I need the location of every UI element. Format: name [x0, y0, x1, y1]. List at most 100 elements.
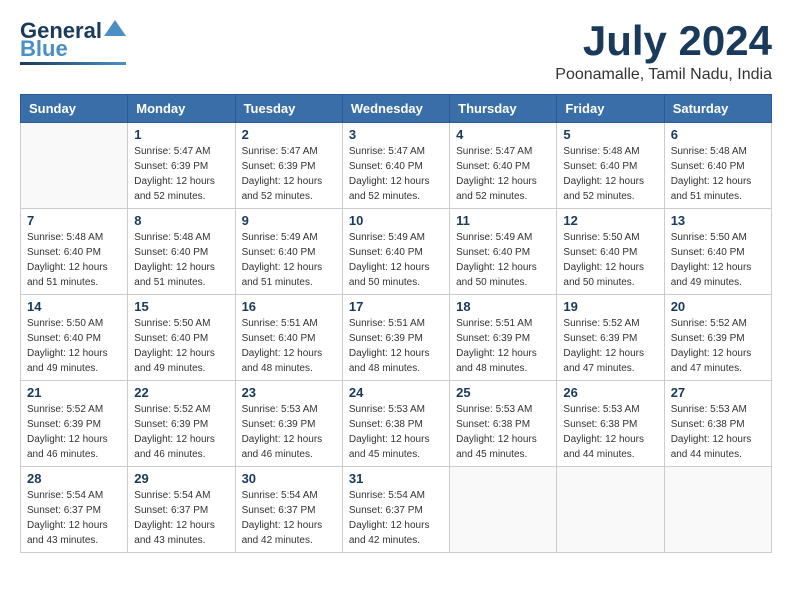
header-sunday: Sunday — [21, 95, 128, 123]
day-info: Sunrise: 5:47 AMSunset: 6:40 PMDaylight:… — [349, 144, 443, 204]
table-row — [664, 467, 771, 553]
day-number: 4 — [456, 127, 550, 142]
day-number: 29 — [134, 471, 228, 486]
day-number: 3 — [349, 127, 443, 142]
day-info: Sunrise: 5:50 AMSunset: 6:40 PMDaylight:… — [671, 230, 765, 290]
table-row — [557, 467, 664, 553]
day-number: 31 — [349, 471, 443, 486]
day-info: Sunrise: 5:53 AMSunset: 6:39 PMDaylight:… — [242, 402, 336, 462]
day-info: Sunrise: 5:53 AMSunset: 6:38 PMDaylight:… — [456, 402, 550, 462]
day-info: Sunrise: 5:48 AMSunset: 6:40 PMDaylight:… — [563, 144, 657, 204]
day-info: Sunrise: 5:51 AMSunset: 6:39 PMDaylight:… — [456, 316, 550, 376]
day-number: 16 — [242, 299, 336, 314]
day-info: Sunrise: 5:50 AMSunset: 6:40 PMDaylight:… — [563, 230, 657, 290]
header-tuesday: Tuesday — [235, 95, 342, 123]
table-row — [450, 467, 557, 553]
table-row: 15Sunrise: 5:50 AMSunset: 6:40 PMDayligh… — [128, 295, 235, 381]
header-wednesday: Wednesday — [342, 95, 449, 123]
day-info: Sunrise: 5:54 AMSunset: 6:37 PMDaylight:… — [134, 488, 228, 548]
day-number: 2 — [242, 127, 336, 142]
table-row: 30Sunrise: 5:54 AMSunset: 6:37 PMDayligh… — [235, 467, 342, 553]
table-row: 12 Sunrise: 5:50 AMSunset: 6:40 PMDayligh… — [557, 209, 664, 295]
logo-bird-icon — [104, 18, 126, 40]
day-number: 25 — [456, 385, 550, 400]
calendar-week-row: 21 Sunrise: 5:52 AMSunset: 6:39 PMDayligh… — [21, 381, 772, 467]
day-info: Sunrise: 5:53 AMSunset: 6:38 PMDaylight:… — [563, 402, 657, 462]
day-number: 12 — [563, 213, 657, 228]
logo-blue: Blue — [20, 38, 68, 60]
day-number: 10 — [349, 213, 443, 228]
title-section: July 2024 Poonamalle, Tamil Nadu, India — [555, 20, 772, 84]
table-row: 9Sunrise: 5:49 AMSunset: 6:40 PMDaylight… — [235, 209, 342, 295]
day-number: 11 — [456, 213, 550, 228]
day-info: Sunrise: 5:52 AMSunset: 6:39 PMDaylight:… — [563, 316, 657, 376]
day-number: 20 — [671, 299, 765, 314]
day-number: 6 — [671, 127, 765, 142]
table-row — [21, 123, 128, 209]
day-info: Sunrise: 5:47 AMSunset: 6:39 PMDaylight:… — [134, 144, 228, 204]
header-monday: Monday — [128, 95, 235, 123]
day-number: 23 — [242, 385, 336, 400]
table-row: 5 Sunrise: 5:48 AMSunset: 6:40 PMDaylight… — [557, 123, 664, 209]
table-row: 26 Sunrise: 5:53 AMSunset: 6:38 PMDayligh… — [557, 381, 664, 467]
day-number: 30 — [242, 471, 336, 486]
day-info: Sunrise: 5:50 AMSunset: 6:40 PMDaylight:… — [27, 316, 121, 376]
day-info: Sunrise: 5:48 AMSunset: 6:40 PMDaylight:… — [134, 230, 228, 290]
table-row: 14 Sunrise: 5:50 AMSunset: 6:40 PMDayligh… — [21, 295, 128, 381]
day-number: 27 — [671, 385, 765, 400]
day-info: Sunrise: 5:48 AMSunset: 6:40 PMDaylight:… — [27, 230, 121, 290]
table-row: 27 Sunrise: 5:53 AMSunset: 6:38 PMDayligh… — [664, 381, 771, 467]
table-row: 28Sunrise: 5:54 AMSunset: 6:37 PMDayligh… — [21, 467, 128, 553]
day-number: 21 — [27, 385, 121, 400]
day-number: 1 — [134, 127, 228, 142]
day-info: Sunrise: 5:47 AMSunset: 6:39 PMDaylight:… — [242, 144, 336, 204]
table-row: 16 Sunrise: 5:51 AMSunset: 6:40 PMDayligh… — [235, 295, 342, 381]
calendar-header-row: Sunday Monday Tuesday Wednesday Thursday… — [21, 95, 772, 123]
header-saturday: Saturday — [664, 95, 771, 123]
day-number: 19 — [563, 299, 657, 314]
table-row: 4 Sunrise: 5:47 AMSunset: 6:40 PMDaylight… — [450, 123, 557, 209]
calendar-table: Sunday Monday Tuesday Wednesday Thursday… — [20, 94, 772, 553]
day-number: 26 — [563, 385, 657, 400]
table-row: 11Sunrise: 5:49 AMSunset: 6:40 PMDayligh… — [450, 209, 557, 295]
day-info: Sunrise: 5:51 AMSunset: 6:39 PMDaylight:… — [349, 316, 443, 376]
table-row: 7 Sunrise: 5:48 AMSunset: 6:40 PMDaylight… — [21, 209, 128, 295]
logo: General Blue — [20, 20, 126, 65]
day-info: Sunrise: 5:54 AMSunset: 6:37 PMDaylight:… — [349, 488, 443, 548]
table-row: 13Sunrise: 5:50 AMSunset: 6:40 PMDayligh… — [664, 209, 771, 295]
table-row: 24Sunrise: 5:53 AMSunset: 6:38 PMDayligh… — [342, 381, 449, 467]
table-row: 10 Sunrise: 5:49 AMSunset: 6:40 PMDayligh… — [342, 209, 449, 295]
day-number: 18 — [456, 299, 550, 314]
table-row: 17Sunrise: 5:51 AMSunset: 6:39 PMDayligh… — [342, 295, 449, 381]
day-info: Sunrise: 5:49 AMSunset: 6:40 PMDaylight:… — [349, 230, 443, 290]
day-info: Sunrise: 5:52 AMSunset: 6:39 PMDaylight:… — [671, 316, 765, 376]
day-number: 7 — [27, 213, 121, 228]
day-number: 22 — [134, 385, 228, 400]
table-row: 31 Sunrise: 5:54 AMSunset: 6:37 PMDayligh… — [342, 467, 449, 553]
day-info: Sunrise: 5:52 AMSunset: 6:39 PMDaylight:… — [27, 402, 121, 462]
logo-underline — [20, 62, 126, 65]
day-number: 24 — [349, 385, 443, 400]
header-thursday: Thursday — [450, 95, 557, 123]
table-row: 1 Sunrise: 5:47 AMSunset: 6:39 PMDaylight… — [128, 123, 235, 209]
day-info: Sunrise: 5:47 AMSunset: 6:40 PMDaylight:… — [456, 144, 550, 204]
day-info: Sunrise: 5:48 AMSunset: 6:40 PMDaylight:… — [671, 144, 765, 204]
month-title: July 2024 — [555, 20, 772, 62]
page-header: General Blue July 2024 Poonamalle, Tamil… — [20, 20, 772, 84]
day-info: Sunrise: 5:49 AMSunset: 6:40 PMDaylight:… — [242, 230, 336, 290]
day-number: 5 — [563, 127, 657, 142]
day-info: Sunrise: 5:50 AMSunset: 6:40 PMDaylight:… — [134, 316, 228, 376]
day-number: 8 — [134, 213, 228, 228]
table-row: 8 Sunrise: 5:48 AMSunset: 6:40 PMDaylight… — [128, 209, 235, 295]
day-info: Sunrise: 5:53 AMSunset: 6:38 PMDaylight:… — [671, 402, 765, 462]
table-row: 21 Sunrise: 5:52 AMSunset: 6:39 PMDayligh… — [21, 381, 128, 467]
header-friday: Friday — [557, 95, 664, 123]
day-info: Sunrise: 5:51 AMSunset: 6:40 PMDaylight:… — [242, 316, 336, 376]
calendar-week-row: 14 Sunrise: 5:50 AMSunset: 6:40 PMDayligh… — [21, 295, 772, 381]
calendar-week-row: 1 Sunrise: 5:47 AMSunset: 6:39 PMDaylight… — [21, 123, 772, 209]
day-number: 14 — [27, 299, 121, 314]
table-row: 2 Sunrise: 5:47 AMSunset: 6:39 PMDaylight… — [235, 123, 342, 209]
table-row: 6 Sunrise: 5:48 AMSunset: 6:40 PMDaylight… — [664, 123, 771, 209]
calendar-week-row: 28Sunrise: 5:54 AMSunset: 6:37 PMDayligh… — [21, 467, 772, 553]
table-row: 23 Sunrise: 5:53 AMSunset: 6:39 PMDayligh… — [235, 381, 342, 467]
